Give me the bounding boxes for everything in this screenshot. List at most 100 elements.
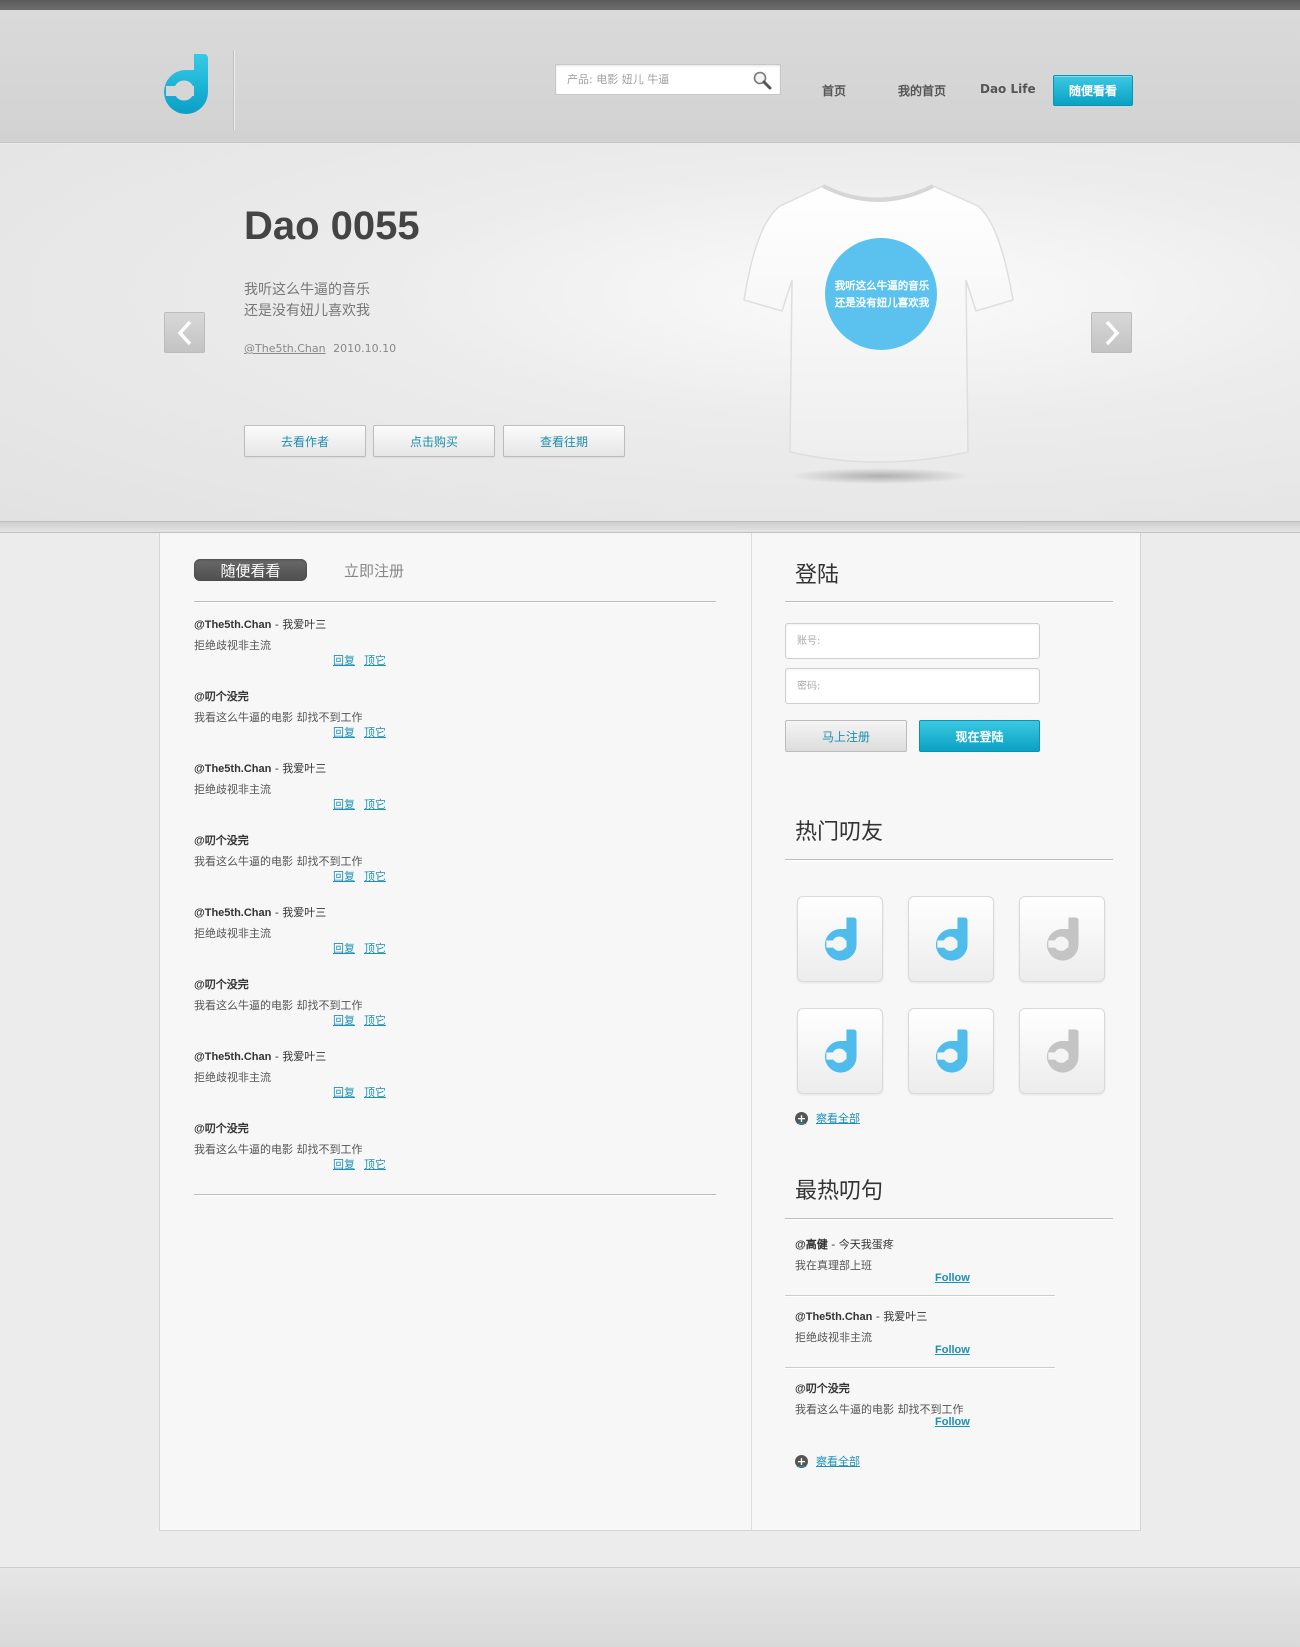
- feed-user-suffix: - 我爱叶三: [271, 762, 327, 775]
- past-issues-button[interactable]: 查看往期: [503, 425, 625, 457]
- feed-user[interactable]: @The5th.Chan: [194, 763, 271, 775]
- random-view-button[interactable]: 随便看看: [1053, 75, 1133, 106]
- chevron-left-icon: [177, 320, 191, 345]
- upvote-link[interactable]: 顶它: [364, 798, 386, 811]
- feed-text: 我看这么牛逼的电影 却找不到工作: [194, 999, 363, 1012]
- tab-random-view[interactable]: 随便看看: [194, 559, 307, 581]
- friend-logo-icon: [824, 1029, 857, 1073]
- hot-quote-user[interactable]: @高健: [795, 1239, 828, 1251]
- hot-friends-title: 热门叨友: [795, 820, 884, 845]
- hero-line-1: 我听这么牛逼的音乐: [244, 282, 370, 298]
- hero-meta: @The5th.Chan 2010.10.10: [244, 342, 396, 355]
- upvote-link[interactable]: 顶它: [364, 726, 386, 739]
- hot-quote-text: 我在真理部上班: [795, 1259, 872, 1272]
- account-field[interactable]: [785, 623, 1040, 659]
- feed-user-suffix: - 我爱叶三: [271, 618, 327, 631]
- hot-quote-user[interactable]: @叨个没完: [795, 1383, 850, 1395]
- page-footer-band: [0, 1567, 1300, 1647]
- reply-link[interactable]: 回复: [333, 798, 355, 811]
- hot-view-all-link[interactable]: + 察看全部: [795, 1453, 860, 1469]
- shirt-print-text: 我听这么牛逼的音乐 还是没有妞儿喜欢我: [826, 278, 938, 312]
- reply-link[interactable]: 回复: [333, 870, 355, 883]
- feed-user[interactable]: @叨个没完: [194, 691, 249, 703]
- search-input[interactable]: [556, 65, 746, 94]
- feed-list: @The5th.Chan - 我爱叶三 拒绝歧视非主流 回复 顶它 @叨个没完 我…: [194, 616, 714, 1192]
- friends-view-all-link[interactable]: + 察看全部: [795, 1110, 860, 1126]
- reply-link[interactable]: 回复: [333, 654, 355, 667]
- buy-button[interactable]: 点击购买: [373, 425, 495, 457]
- nav-home[interactable]: 首页: [822, 82, 846, 99]
- nav-dao-life[interactable]: Dao Life: [980, 82, 1036, 96]
- search-box[interactable]: [555, 64, 781, 95]
- nav-my-home[interactable]: 我的首页: [898, 82, 946, 99]
- tab-register[interactable]: 立即注册: [344, 560, 404, 581]
- friend-logo-icon: [1046, 1029, 1079, 1073]
- friend-avatar[interactable]: [908, 896, 994, 982]
- hero-bottom-bar: [0, 522, 1300, 533]
- friend-avatar[interactable]: [908, 1008, 994, 1094]
- hot-quote-suffix: - 今天我蛋疼: [827, 1238, 894, 1251]
- reply-link[interactable]: 回复: [333, 942, 355, 955]
- upvote-link[interactable]: 顶它: [364, 1014, 386, 1027]
- hot-quotes-title: 最热叨句: [795, 1179, 884, 1204]
- feed-item: @叨个没完 我看这么牛逼的电影 却找不到工作 回复 顶它: [194, 976, 714, 1048]
- main-content: 随便看看 立即注册 @The5th.Chan - 我爱叶三 拒绝歧视非主流 回复…: [159, 533, 1141, 1531]
- hot-quote-separator: [785, 1367, 1055, 1368]
- plus-icon: +: [795, 1454, 808, 1468]
- next-arrow-button[interactable]: [1091, 312, 1132, 353]
- feed-user[interactable]: @叨个没完: [194, 979, 249, 991]
- feed-item: @叨个没完 我看这么牛逼的电影 却找不到工作 回复 顶它: [194, 832, 714, 904]
- hot-quote-user[interactable]: @The5th.Chan: [795, 1311, 872, 1323]
- feed-text: 我看这么牛逼的电影 却找不到工作: [194, 855, 363, 868]
- feed-item: @The5th.Chan - 我爱叶三 拒绝歧视非主流 回复 顶它: [194, 904, 714, 976]
- hero-banner: Dao 0055 我听这么牛逼的音乐 还是没有妞儿喜欢我 @The5th.Cha…: [0, 144, 1300, 522]
- friend-avatar[interactable]: [1019, 896, 1105, 982]
- feed-user-suffix: - 我爱叶三: [271, 1050, 327, 1063]
- feed-text: 拒绝歧视非主流: [194, 783, 271, 796]
- register-button[interactable]: 马上注册: [785, 720, 907, 752]
- upvote-link[interactable]: 顶它: [364, 942, 386, 955]
- hot-quote-item: @The5th.Chan - 我爱叶三 拒绝歧视非主流 Follow: [795, 1308, 1053, 1356]
- logo-divider: [233, 50, 234, 130]
- feed-item: @叨个没完 我看这么牛逼的电影 却找不到工作 回复 顶它: [194, 688, 714, 760]
- feed-user[interactable]: @The5th.Chan: [194, 619, 271, 631]
- feed-item: @The5th.Chan - 我爱叶三 拒绝歧视非主流 回复 顶它: [194, 760, 714, 832]
- feed-user[interactable]: @叨个没完: [194, 835, 249, 847]
- follow-link[interactable]: Follow: [935, 1344, 970, 1356]
- upvote-link[interactable]: 顶它: [364, 1158, 386, 1171]
- reply-link[interactable]: 回复: [333, 1014, 355, 1027]
- hot-quote-separator: [785, 1295, 1055, 1296]
- search-icon[interactable]: [752, 70, 772, 90]
- login-button[interactable]: 现在登陆: [919, 720, 1040, 752]
- friend-avatar[interactable]: [1019, 1008, 1105, 1094]
- hot-quote-item: @高健 - 今天我蛋疼 我在真理部上班 Follow: [795, 1236, 1053, 1284]
- site-header: 首页 我的首页 Dao Life 随便看看: [0, 10, 1300, 143]
- view-author-button[interactable]: 去看作者: [244, 425, 366, 457]
- upvote-link[interactable]: 顶它: [364, 870, 386, 883]
- hero-date: 2010.10.10: [333, 342, 397, 355]
- reply-link[interactable]: 回复: [333, 1158, 355, 1171]
- feed-user[interactable]: @The5th.Chan: [194, 907, 271, 919]
- hot-quotes-divider: [785, 1218, 1113, 1219]
- logo-icon[interactable]: [160, 52, 210, 116]
- reply-link[interactable]: 回复: [333, 726, 355, 739]
- friend-avatar[interactable]: [797, 1008, 883, 1094]
- friend-avatar[interactable]: [797, 896, 883, 982]
- prev-arrow-button[interactable]: [164, 312, 205, 353]
- follow-link[interactable]: Follow: [935, 1272, 970, 1284]
- hero-line-2: 还是没有妞儿喜欢我: [244, 303, 370, 319]
- top-strip: [0, 0, 1300, 10]
- feed-user[interactable]: @叨个没完: [194, 1123, 249, 1135]
- upvote-link[interactable]: 顶它: [364, 654, 386, 667]
- hero-author-link[interactable]: @The5th.Chan: [244, 342, 326, 355]
- column-divider: [751, 533, 752, 1530]
- upvote-link[interactable]: 顶它: [364, 1086, 386, 1099]
- reply-link[interactable]: 回复: [333, 1086, 355, 1099]
- feed-user[interactable]: @The5th.Chan: [194, 1051, 271, 1063]
- friend-logo-icon: [935, 1029, 968, 1073]
- hot-quote-suffix: - 我爱叶三: [872, 1310, 928, 1323]
- hot-quote-text: 我看这么牛逼的电影 却找不到工作: [795, 1403, 964, 1416]
- password-field[interactable]: [785, 668, 1040, 704]
- follow-link[interactable]: Follow: [935, 1416, 970, 1428]
- friend-logo-icon: [1046, 917, 1079, 961]
